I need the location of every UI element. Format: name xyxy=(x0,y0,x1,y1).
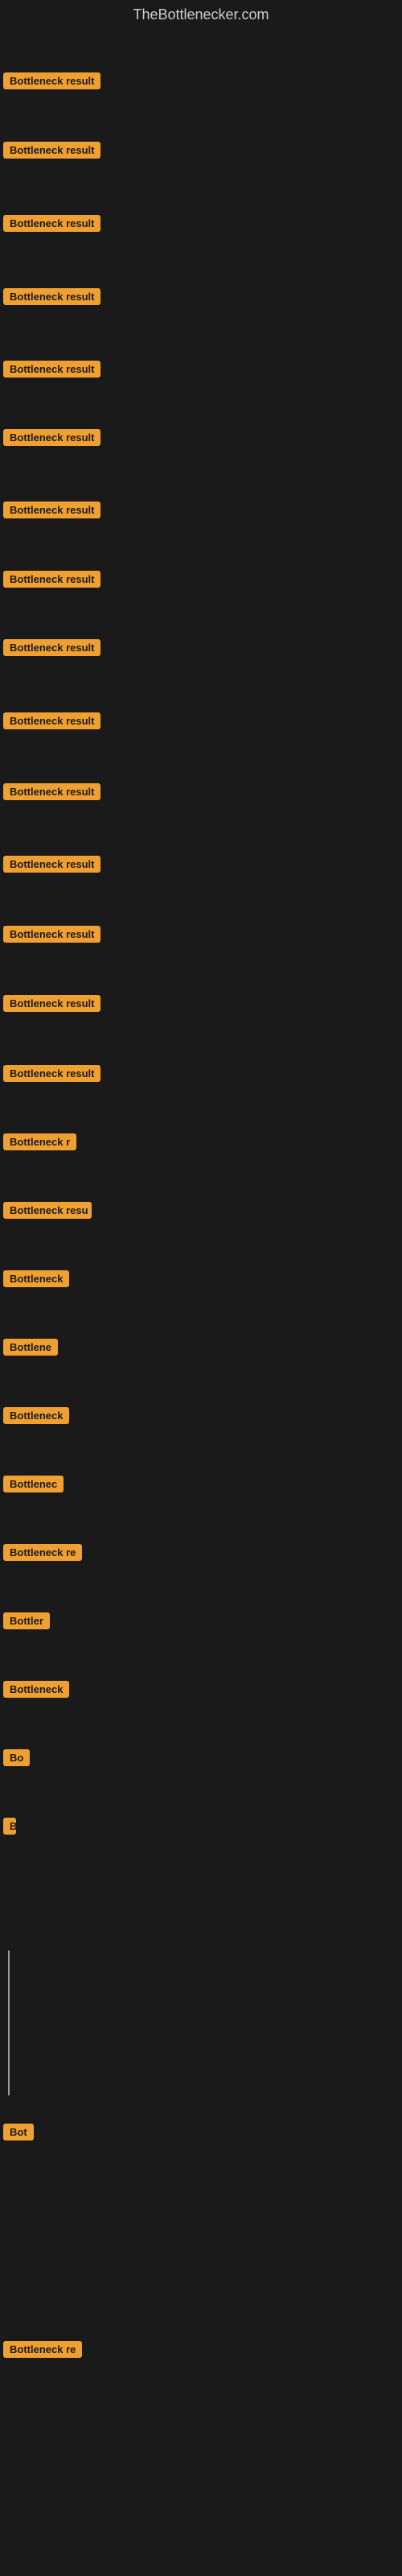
bottleneck-item: Bottleneck re xyxy=(3,2341,82,2362)
bottleneck-badge[interactable]: Bottleneck result xyxy=(3,995,100,1012)
bottleneck-item: Bo xyxy=(3,1749,30,1770)
bottleneck-item: Bottleneck result xyxy=(3,783,100,804)
bottleneck-item: Bottlenec xyxy=(3,1476,64,1496)
vertical-line xyxy=(8,1951,10,2095)
bottleneck-item: Bottleneck result xyxy=(3,215,100,236)
bottleneck-item: Bottleneck result xyxy=(3,288,100,309)
bottleneck-item: Bottler xyxy=(3,1612,50,1633)
bottleneck-item: Bottleneck result xyxy=(3,571,100,592)
bottleneck-badge[interactable]: Bottleneck result xyxy=(3,571,100,588)
bottleneck-item: Bottleneck result xyxy=(3,639,100,660)
bottleneck-badge[interactable]: Bot xyxy=(3,2124,34,2140)
bottleneck-badge[interactable]: Bottleneck result xyxy=(3,926,100,943)
site-title: TheBottlenecker.com xyxy=(0,0,402,27)
bottleneck-item: Bottleneck result xyxy=(3,856,100,877)
bottleneck-item: Bottleneck xyxy=(3,1270,69,1291)
bottleneck-badge[interactable]: Bottleneck xyxy=(3,1270,69,1287)
bottleneck-badge[interactable]: Bottleneck result xyxy=(3,215,100,232)
bottleneck-badge[interactable]: Bo xyxy=(3,1749,30,1766)
bottleneck-badge[interactable]: Bottleneck re xyxy=(3,1544,82,1561)
bottleneck-item: Bottleneck result xyxy=(3,361,100,382)
bottleneck-badge[interactable]: Bottleneck result xyxy=(3,856,100,873)
bottleneck-badge[interactable]: Bottleneck re xyxy=(3,2341,82,2358)
bottleneck-item: Bottleneck resu xyxy=(3,1202,92,1223)
bottleneck-badge[interactable]: Bottlenec xyxy=(3,1476,64,1492)
bottleneck-badge[interactable]: Bottleneck result xyxy=(3,429,100,446)
bottleneck-badge[interactable]: Bottleneck result xyxy=(3,288,100,305)
bottleneck-item: Bottleneck result xyxy=(3,712,100,733)
bottleneck-badge[interactable]: B xyxy=(3,1818,16,1835)
bottleneck-item: Bottleneck re xyxy=(3,1544,82,1565)
bottleneck-badge[interactable]: Bottleneck result xyxy=(3,783,100,800)
bottleneck-badge[interactable]: Bottlene xyxy=(3,1339,58,1356)
bottleneck-badge[interactable]: Bottleneck xyxy=(3,1407,69,1424)
bottleneck-badge[interactable]: Bottleneck result xyxy=(3,502,100,518)
bottleneck-badge[interactable]: Bottleneck result xyxy=(3,361,100,378)
bottleneck-item: Bottleneck xyxy=(3,1681,69,1702)
bottleneck-badge[interactable]: Bottleneck r xyxy=(3,1133,76,1150)
bottleneck-badge[interactable]: Bottleneck result xyxy=(3,142,100,159)
bottleneck-item: Bot xyxy=(3,2124,34,2145)
bottleneck-item: Bottleneck result xyxy=(3,142,100,163)
bottleneck-badge[interactable]: Bottleneck result xyxy=(3,712,100,729)
bottleneck-item: Bottleneck xyxy=(3,1407,69,1428)
bottleneck-item: Bottleneck result xyxy=(3,72,100,93)
bottleneck-item: Bottlene xyxy=(3,1339,58,1360)
bottleneck-badge[interactable]: Bottler xyxy=(3,1612,50,1629)
bottleneck-item: Bottleneck result xyxy=(3,502,100,522)
bottleneck-item: Bottleneck result xyxy=(3,1065,100,1086)
bottleneck-badge[interactable]: Bottleneck result xyxy=(3,1065,100,1082)
bottleneck-badge[interactable]: Bottleneck xyxy=(3,1681,69,1698)
bottleneck-item: Bottleneck result xyxy=(3,429,100,450)
bottleneck-item: Bottleneck result xyxy=(3,926,100,947)
bottleneck-badge[interactable]: Bottleneck result xyxy=(3,639,100,656)
bottleneck-badge[interactable]: Bottleneck resu xyxy=(3,1202,92,1219)
bottleneck-item: Bottleneck result xyxy=(3,995,100,1016)
bottleneck-badge[interactable]: Bottleneck result xyxy=(3,72,100,89)
bottleneck-item: Bottleneck r xyxy=(3,1133,76,1154)
